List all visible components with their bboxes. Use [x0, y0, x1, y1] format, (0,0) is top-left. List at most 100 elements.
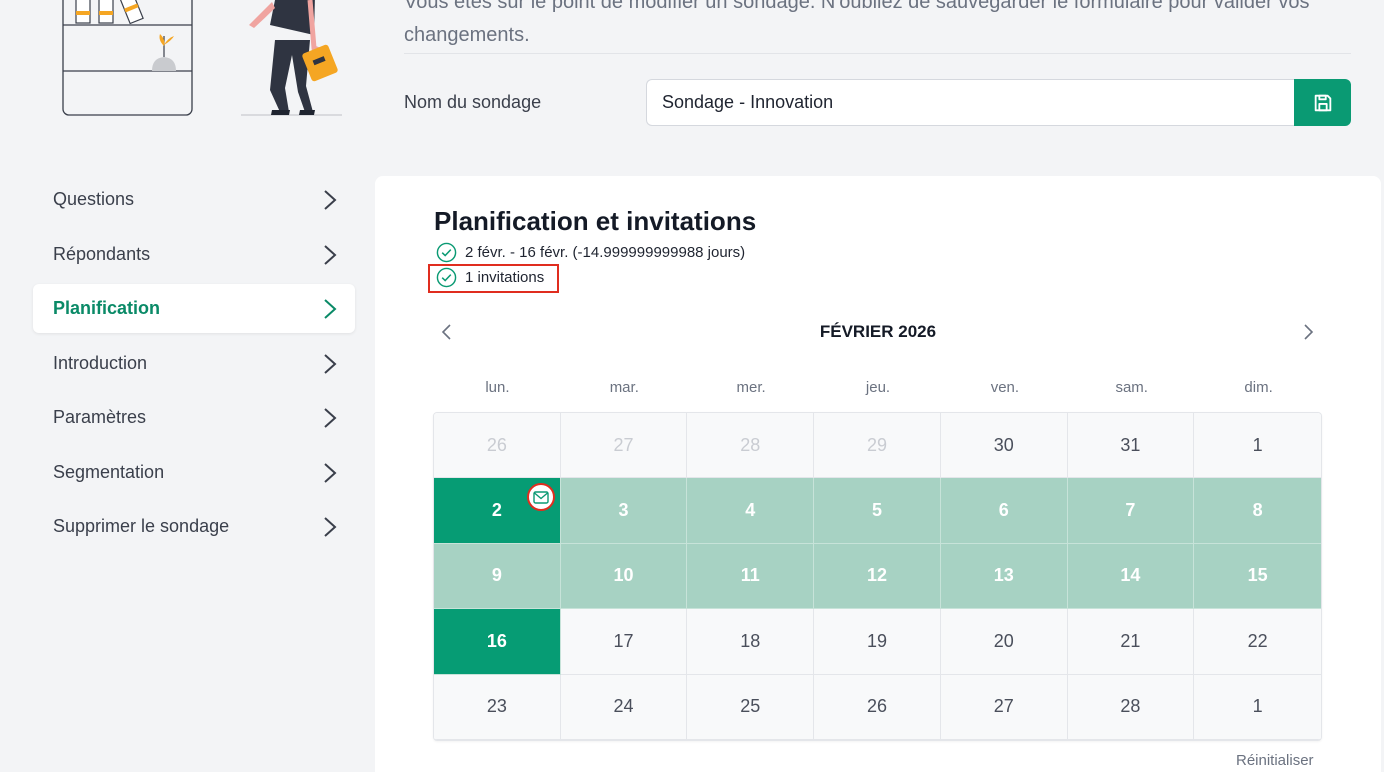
calendar-day[interactable]: 8 — [1194, 478, 1321, 544]
calendar-day[interactable]: 5 — [814, 478, 941, 544]
survey-edit-page: Vous êtes sur le point de modifier un so… — [0, 0, 1384, 772]
calendar-day-number: 27 — [993, 696, 1014, 717]
weekday-label: dim. — [1244, 379, 1273, 396]
sidebar-nav: Questions Répondants Planification Intro… — [33, 175, 355, 557]
calendar-day-number: 8 — [1252, 500, 1263, 521]
calendar-day[interactable]: 30 — [940, 413, 1068, 479]
calendar-day[interactable]: 16 — [434, 609, 561, 675]
calendar-day[interactable]: 23 — [434, 674, 561, 740]
calendar-day-number: 25 — [740, 696, 761, 717]
calendar-day-number: 15 — [1247, 565, 1268, 586]
weekday-label: ven. — [990, 379, 1020, 396]
sidebar-item-delete-survey[interactable]: Supprimer le sondage — [33, 502, 355, 551]
calendar-day: 26 — [434, 413, 561, 479]
calendar-day[interactable]: 9 — [434, 543, 561, 610]
calendar-day[interactable]: 13 — [940, 543, 1068, 610]
calendar-day-number: 14 — [1120, 565, 1141, 586]
calendar-day[interactable]: 3 — [560, 478, 688, 544]
survey-name-input[interactable] — [646, 79, 1296, 126]
sidebar-item-respondents[interactable]: Répondants — [33, 230, 355, 279]
calendar-day-number: 28 — [1120, 696, 1141, 717]
previous-month-button[interactable] — [437, 321, 457, 343]
calendar-day-number: 30 — [993, 434, 1014, 455]
calendar-day-number: 21 — [1120, 630, 1141, 651]
calendar-day: 29 — [814, 413, 941, 479]
calendar-day[interactable]: 31 — [1067, 413, 1195, 479]
calendar-day-number: 23 — [486, 696, 507, 717]
invitation-marker[interactable] — [527, 483, 555, 512]
calendar-day-number: 12 — [866, 565, 887, 586]
calendar-day-number: 2 — [491, 500, 502, 521]
calendar-day[interactable]: 21 — [1067, 609, 1195, 675]
calendar-day-number: 3 — [618, 500, 629, 521]
sidebar-item-questions[interactable]: Questions — [33, 175, 355, 224]
calendar-day[interactable]: 17 — [560, 609, 688, 675]
survey-name-label: Nom du sondage — [404, 92, 542, 112]
calendar-day-number: 18 — [740, 630, 761, 651]
calendar-day[interactable]: 28 — [1067, 674, 1195, 740]
chevron-right-icon — [324, 517, 337, 537]
calendar-day[interactable]: 20 — [940, 609, 1068, 675]
calendar-day-number: 10 — [613, 565, 634, 586]
calendar-day[interactable]: 11 — [687, 543, 815, 610]
calendar-day[interactable]: 22 — [1194, 609, 1321, 675]
calendar-month-title: FÉVRIER 2026 — [819, 322, 937, 341]
calendar-day[interactable]: 18 — [687, 609, 815, 675]
calendar-day-number: 11 — [740, 565, 760, 586]
calendar-day[interactable]: 12 — [814, 543, 941, 610]
calendar-day-number: 22 — [1247, 630, 1268, 651]
chevron-right-icon — [324, 462, 337, 483]
chevron-right-icon — [324, 299, 337, 319]
calendar-day-number: 26 — [866, 696, 887, 717]
weekday-label: mar. — [609, 379, 639, 396]
calendar-day-number: 9 — [491, 565, 502, 586]
weekday-label: mer. — [736, 379, 766, 396]
sidebar-item-label: Paramètres — [53, 407, 147, 427]
save-icon — [1314, 94, 1331, 111]
sidebar-item-label: Segmentation — [53, 461, 165, 482]
calendar-day[interactable]: 25 — [687, 674, 815, 740]
calendar-day[interactable]: 24 — [560, 674, 688, 740]
calendar-day-number: 26 — [486, 434, 507, 455]
calendar-day[interactable]: 26 — [814, 674, 941, 740]
calendar-day[interactable]: 10 — [560, 543, 688, 610]
calendar-day-number: 7 — [1125, 500, 1136, 521]
calendar-weekdays: lun. mar. mer. jeu. ven. sam. dim. — [434, 379, 1322, 396]
sidebar-item-label: Questions — [53, 189, 135, 209]
header-divider — [404, 53, 1351, 54]
calendar-day-number: 29 — [866, 434, 887, 455]
sidebar-item-introduction[interactable]: Introduction — [33, 339, 355, 388]
chevron-right-icon — [324, 244, 337, 265]
calendar-day-number: 1 — [1252, 434, 1263, 455]
calendar-day[interactable]: 2 — [434, 478, 561, 544]
calendar-day-number: 1 — [1252, 696, 1263, 717]
calendar-day[interactable]: 15 — [1194, 543, 1321, 610]
chevron-right-icon — [324, 408, 337, 428]
sidebar-item-label: Supprimer le sondage — [53, 516, 230, 536]
calendar-day-number: 20 — [993, 630, 1014, 651]
sidebar-item-label: Répondants — [53, 243, 151, 264]
mail-icon — [533, 491, 549, 504]
sidebar-item-parameters[interactable]: Paramètres — [33, 393, 355, 442]
page-title: Planification et invitations — [434, 206, 757, 236]
calendar-day-number: 17 — [613, 630, 634, 651]
sidebar-item-segmentation[interactable]: Segmentation — [33, 448, 355, 497]
calendar-day[interactable]: 4 — [687, 478, 815, 544]
check-circle-icon — [436, 242, 457, 262]
weekday-label: jeu. — [865, 379, 891, 396]
sidebar-item-planification[interactable]: Planification — [33, 284, 355, 333]
next-month-button[interactable] — [1298, 321, 1318, 343]
calendar-day: 28 — [687, 413, 815, 479]
calendar-day[interactable]: 14 — [1067, 543, 1195, 610]
calendar-day[interactable]: 19 — [814, 609, 941, 675]
calendar-day[interactable]: 6 — [940, 478, 1068, 544]
calendar-day[interactable]: 7 — [1067, 478, 1195, 544]
calendar-day-number: 19 — [866, 630, 887, 651]
reset-link[interactable]: Réinitialiser — [1236, 752, 1314, 769]
intro-text: Vous êtes sur le point de modifier un so… — [404, 0, 1310, 46]
calendar-day[interactable]: 27 — [940, 674, 1068, 740]
calendar-day[interactable]: 1 — [1194, 413, 1321, 479]
chevron-right-icon — [324, 353, 337, 374]
calendar-day[interactable]: 1 — [1194, 674, 1321, 740]
save-button[interactable] — [1294, 79, 1351, 126]
